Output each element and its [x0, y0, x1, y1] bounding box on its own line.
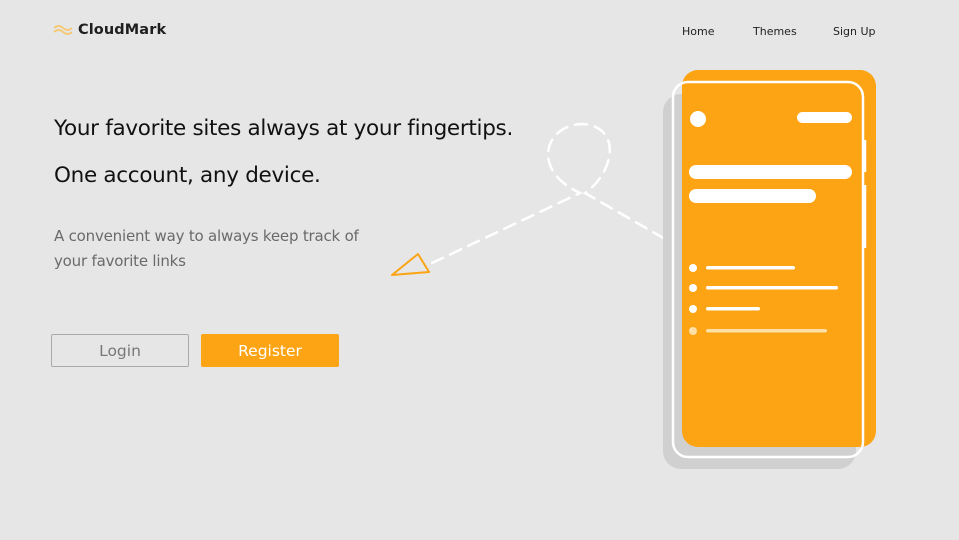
screen-list-line	[706, 329, 827, 333]
flight-path-line	[430, 122, 674, 265]
screen-list-line	[706, 286, 838, 290]
screen-list-bullet	[689, 305, 697, 313]
screen-list-bullet	[689, 327, 697, 335]
hero-illustration	[391, 70, 876, 469]
screen-list-line	[706, 307, 760, 311]
screen-content-bar	[689, 189, 816, 203]
phone-body	[682, 70, 876, 447]
paper-plane-icon	[391, 253, 430, 276]
screen-list-bullet	[689, 284, 697, 292]
screen-list-bullet	[689, 264, 697, 272]
screen-list-line	[706, 266, 795, 270]
screen-avatar-dot	[690, 111, 706, 127]
screen-menu-bar	[797, 112, 852, 123]
screen-content-bar	[689, 165, 852, 179]
